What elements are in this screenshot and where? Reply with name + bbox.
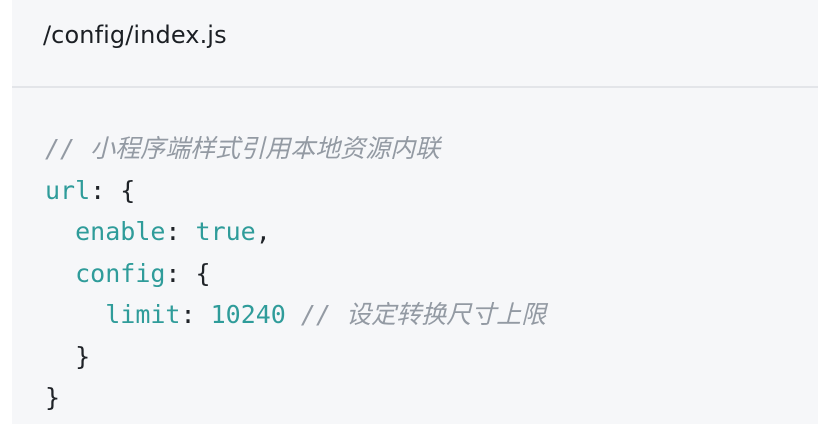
code-punct: }: [45, 341, 91, 371]
code-punct: :: [180, 300, 211, 329]
code-line-5: limit: 10240 // 设定转换尺寸上限: [45, 294, 818, 336]
code-punct: :: [165, 217, 196, 246]
code-line-1: // 小程序端样式引用本地资源内联: [45, 128, 818, 170]
code-line-2: url: {: [45, 170, 818, 212]
code-line-3: enable: true,: [45, 211, 818, 253]
code-line-6: }: [45, 336, 818, 378]
code-key-limit: limit: [105, 300, 181, 329]
code-punct: }: [45, 383, 61, 412]
code-block-header: /config/index.js: [12, 0, 818, 88]
code-punct: : {: [90, 175, 136, 205]
code-value-limit: 10240: [210, 300, 286, 329]
code-content: // 小程序端样式引用本地资源内联 url: { enable: true, co…: [12, 88, 818, 419]
code-comment: // 设定转换尺寸上限: [300, 300, 547, 329]
code-punct: : {: [165, 258, 211, 288]
code-key-url: url: [45, 175, 91, 205]
code-key-config: config: [75, 258, 166, 288]
code-line-7: }: [45, 377, 818, 419]
code-block: /config/index.js // 小程序端样式引用本地资源内联 url: {…: [12, 0, 818, 424]
code-punct: ,: [255, 217, 271, 246]
file-path-title: /config/index.js: [43, 21, 227, 49]
code-line-4: config: {: [45, 253, 818, 295]
code-comment: // 小程序端样式引用本地资源内联: [45, 134, 441, 163]
code-key-enable: enable: [75, 217, 166, 246]
code-value-enable: true: [195, 217, 256, 246]
